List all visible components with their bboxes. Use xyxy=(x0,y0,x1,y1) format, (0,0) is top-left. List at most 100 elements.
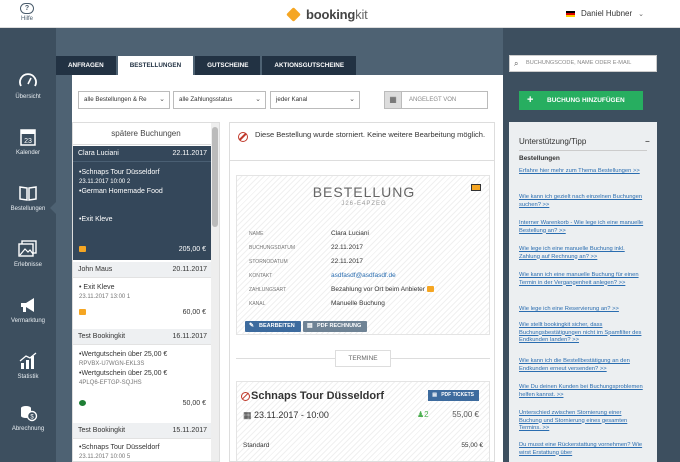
booking-name: Test Bookingkit xyxy=(78,427,126,434)
speedometer-icon xyxy=(18,72,38,90)
booking-date: 16.11.2017 xyxy=(172,333,207,340)
help-link[interactable]: Erfahre hier mehr zum Thema Bestellungen… xyxy=(519,168,645,176)
brand-name-bold: booking xyxy=(306,6,356,22)
termine-label: TERMINE xyxy=(335,350,391,367)
help-link[interactable]: Wie stellt bookingkit sicher, dass Buchu… xyxy=(519,322,645,345)
tab-requests[interactable]: ANFRAGEN xyxy=(56,56,116,75)
add-booking-button[interactable]: + BUCHUNG HINZUFÜGEN xyxy=(519,91,643,110)
booking-name: Clara Luciani xyxy=(78,150,119,157)
list-header: spätere Buchungen xyxy=(73,123,219,145)
sidebar-item-statistics[interactable]: Statistik xyxy=(0,352,56,408)
order-card: BESTELLUNG J26-E4PZEG Name Clara Luciani … xyxy=(236,175,490,335)
created-from-date-input[interactable]: ▦ ANGELEGT VON xyxy=(384,91,488,109)
search-placeholder: BUCHUNGSCODE, NAME ODER E-MAIL xyxy=(526,60,632,66)
booking-item-sub xyxy=(73,197,212,206)
booking-item[interactable]: Test Bookingkit 15.11.2017 •Schnaps Tour … xyxy=(73,423,212,461)
help-title: Unterstützung/Tipp xyxy=(519,137,587,146)
calendar-day: 23 xyxy=(24,138,32,145)
booking-date: 22.11.2017 xyxy=(172,150,207,157)
help-link[interactable]: Wie kann ich eine manuelle Buchung für e… xyxy=(519,272,645,287)
paypal-icon xyxy=(426,286,434,293)
date-placeholder: ANGELEGT VON xyxy=(409,97,457,103)
edit-button[interactable]: BEARBEITEN xyxy=(245,321,301,332)
help-link[interactable]: Wie lege ich eine manuelle Buchung inkl.… xyxy=(519,246,645,261)
booking-item-sub: 4PLQ6-EFTGP-SQJHS xyxy=(79,379,142,386)
collapse-icon[interactable]: − xyxy=(645,137,650,146)
channel-filter-select[interactable]: jeder Kanal ⌄ xyxy=(270,91,360,109)
sidebar-item-label: Kalender xyxy=(15,150,41,156)
sidebar-item-orders[interactable]: Bestellungen xyxy=(0,184,56,240)
user-menu[interactable]: Daniel Hubner ⌄ xyxy=(566,9,644,18)
booking-item-sub: 23.11.2017 10:00 2 xyxy=(79,178,131,185)
field-channel: Kanal Manuelle Buchung xyxy=(249,300,385,307)
booking-item-title: •Wertgutschein über 25,00 € xyxy=(79,370,168,377)
sidebar-item-label: Übersicht xyxy=(15,94,41,100)
order-title: BESTELLUNG xyxy=(312,184,416,200)
sidebar-item-billing[interactable]: $ Abrechnung xyxy=(0,404,56,460)
contact-email-link[interactable]: asdfasdf@asdfasdf.de xyxy=(331,272,396,279)
booking-total: 205,00 € xyxy=(178,246,206,253)
booking-total: 50,00 € xyxy=(182,400,206,407)
paypal-icon xyxy=(471,184,481,191)
list-scrollbar[interactable] xyxy=(211,123,219,461)
tab-orders[interactable]: BESTELLUNGEN xyxy=(117,56,194,75)
order-detail: Diese Bestellung wurde storniert. Keine … xyxy=(229,122,495,462)
calendar-icon: ▦ xyxy=(243,410,255,420)
payment-filter-select[interactable]: alle Zahlungsstatus ⌄ xyxy=(173,91,266,109)
help-link[interactable]: Interner Warenkorb - Wie lege ich eine m… xyxy=(519,220,645,235)
help-button[interactable]: ? Hilfe xyxy=(14,3,40,22)
sidebar-item-label: Vermarktung xyxy=(10,318,46,324)
tour-price: 55,00 € xyxy=(452,410,479,419)
brand-logo[interactable]: bookingkit xyxy=(286,6,368,22)
sidebar-item-calendar[interactable]: 23 Kalender xyxy=(0,128,56,184)
scrollbar-thumb[interactable] xyxy=(212,127,218,227)
search-icon: ⌕ xyxy=(514,59,519,68)
calendar-icon[interactable]: ▦ xyxy=(385,92,402,108)
booking-item-title: •Schnaps Tour Düsseldorf xyxy=(79,444,160,451)
booking-item-title: •Wertgutschein über 25,00 € xyxy=(79,351,168,358)
add-booking-label: BUCHUNG HINZUFÜGEN xyxy=(547,97,625,104)
chart-icon xyxy=(18,352,38,370)
chevron-down-icon: ⌄ xyxy=(349,96,355,103)
help-link[interactable]: Wie kann ich gezielt nach einzelnen Buch… xyxy=(519,194,645,209)
tab-vouchers[interactable]: GUTSCHEINE xyxy=(195,56,261,75)
booking-item-title: •Schnaps Tour Düsseldorf xyxy=(79,169,160,176)
tour-title: Schnaps Tour Düsseldorf xyxy=(251,390,385,402)
flag-de-icon[interactable] xyxy=(566,10,575,17)
booking-item[interactable]: John Maus 20.11.2017 • Exit Kleve 23.11.2… xyxy=(73,262,212,322)
pdf-invoice-button[interactable]: PDF RECHNUNG xyxy=(303,321,368,332)
booking-filter-value: alle Bestellungen & Re xyxy=(84,96,147,103)
tab-bar: ANFRAGEN BESTELLUNGEN GUTSCHEINE AKTIONS… xyxy=(56,56,358,75)
cancel-notice: Diese Bestellung wurde storniert. Keine … xyxy=(230,123,494,161)
brand-name-light: kit xyxy=(355,6,368,22)
help-link[interactable]: Wie Du deinen Kunden bei Buchungsproblem… xyxy=(519,384,645,399)
image-icon xyxy=(18,240,38,258)
pdf-tickets-button[interactable]: PDF TICKETS xyxy=(428,390,479,401)
divider xyxy=(519,150,647,151)
sidebar-item-marketing[interactable]: Vermarktung xyxy=(0,296,56,352)
plus-icon: + xyxy=(527,94,534,106)
chevron-down-icon: ⌄ xyxy=(638,10,645,18)
sidebar-item-experiences[interactable]: Erlebnisse xyxy=(0,240,56,296)
tab-promo-vouchers[interactable]: AKTIONSGUTSCHEINE xyxy=(262,56,357,75)
booking-filter-select[interactable]: alle Bestellungen & Re ⌄ xyxy=(78,91,170,109)
sidebar-item-overview[interactable]: Übersicht xyxy=(0,72,56,128)
field-payment-method: Zahlungsart Bezahlung vor Ort beim Anbiet… xyxy=(249,286,434,293)
booking-item-sub: 23.11.2017 10:00 5 xyxy=(79,453,131,460)
help-link[interactable]: Unterschied zwischen Stornierung einer B… xyxy=(519,410,645,433)
sidebar-item-label: Bestellungen xyxy=(10,206,46,212)
help-link[interactable]: Wie lege ich eine Reservierung an? >> xyxy=(519,306,645,314)
help-link[interactable]: Wie kann ich die Bestellbestätigung an d… xyxy=(519,358,645,373)
top-bar: ? Hilfe bookingkit Daniel Hubner ⌄ xyxy=(0,0,680,28)
coins-icon: $ xyxy=(18,404,38,422)
booking-item-selected[interactable]: Clara Luciani 22.11.2017 •Schnaps Tour Dü… xyxy=(73,146,212,260)
booking-search-input[interactable]: ⌕ BUCHUNGSCODE, NAME ODER E-MAIL xyxy=(509,55,657,72)
tour-people: ♟2 xyxy=(417,410,429,419)
booking-item[interactable]: Test Bookingkit 16.11.2017 •Wertgutschein… xyxy=(73,329,212,421)
cancelled-icon xyxy=(238,132,248,142)
paypal-icon xyxy=(79,246,86,252)
order-code: J26-E4PZEG xyxy=(341,201,387,207)
help-link[interactable]: Du musst eine Rückerstattung vornehmen? … xyxy=(519,442,645,457)
help-icon: ? xyxy=(20,3,34,14)
field-name: Name Clara Luciani xyxy=(249,230,369,237)
